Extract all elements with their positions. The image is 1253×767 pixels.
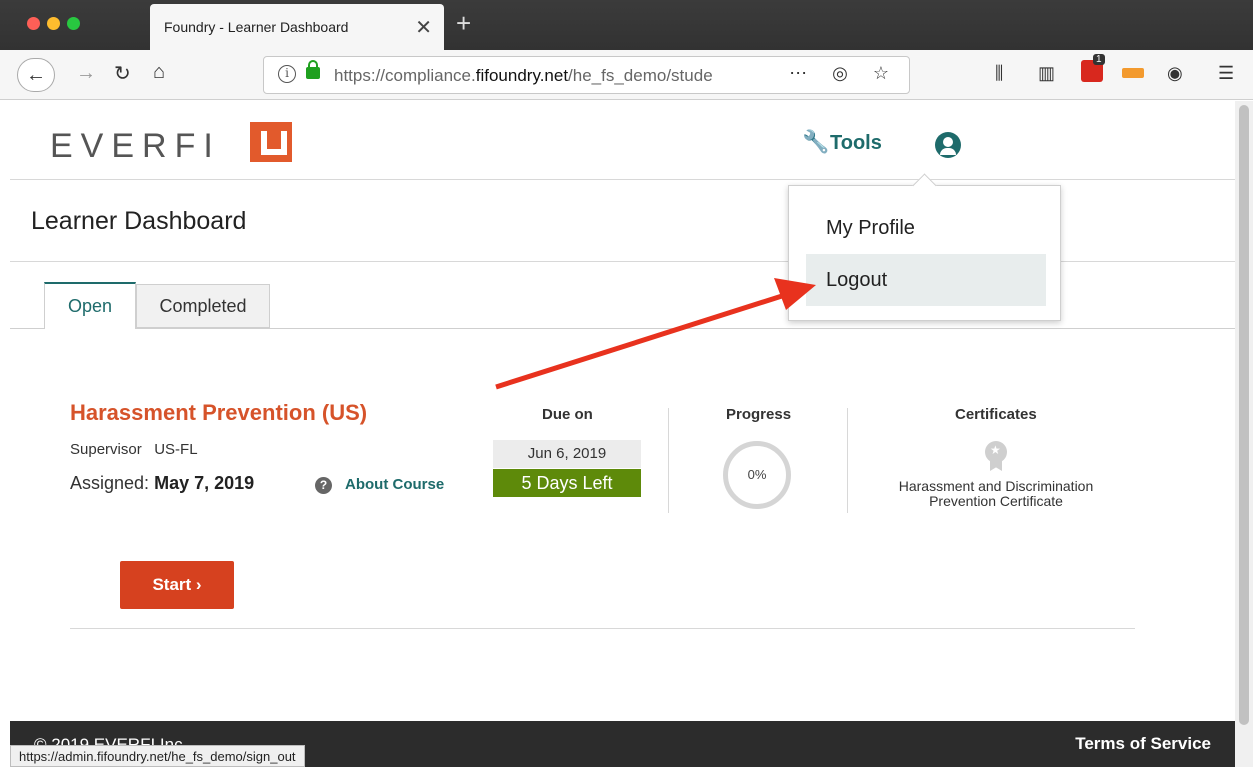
tabs-divider: [10, 328, 1235, 329]
assigned-info: Assigned: May 7, 2019: [70, 473, 254, 494]
progress-ring: 0%: [723, 441, 791, 509]
close-window-button[interactable]: [27, 17, 40, 30]
course-divider: [70, 628, 1135, 629]
tools-menu[interactable]: 🔧Tools: [802, 129, 882, 155]
library-icon[interactable]: ⫼: [995, 63, 1003, 84]
browser-tab-bar: Foundry - Learner Dashboard ✕ +: [0, 0, 1253, 50]
url-bar[interactable]: i https://compliance.fifoundry.net/he_fs…: [263, 56, 910, 94]
home-icon[interactable]: ⌂: [153, 61, 165, 84]
tab-title: Foundry - Learner Dashboard: [164, 19, 349, 35]
forward-button[interactable]: →: [76, 62, 96, 85]
new-tab-button[interactable]: +: [456, 8, 471, 39]
course-title[interactable]: Harassment Prevention (US): [70, 400, 367, 426]
info-icon[interactable]: i: [278, 65, 296, 83]
tools-label: Tools: [830, 132, 882, 154]
tab-completed[interactable]: Completed: [136, 284, 270, 328]
help-icon[interactable]: ?: [315, 477, 332, 494]
tab-close-icon[interactable]: ✕: [415, 15, 432, 40]
scrollbar-thumb[interactable]: [1239, 105, 1249, 725]
certificates-header: Certificates: [955, 406, 1037, 423]
terms-of-service-link[interactable]: Terms of Service: [1075, 734, 1211, 754]
status-bar-url: https://admin.fifoundry.net/he_fs_demo/s…: [10, 745, 305, 767]
account-dropdown: My Profile Logout: [788, 185, 1061, 321]
column-divider: [847, 408, 848, 513]
lock-icon: [306, 60, 320, 79]
my-profile-menu-item[interactable]: My Profile: [806, 202, 1046, 254]
assigned-label: Assigned:: [70, 473, 150, 493]
assigned-date: May 7, 2019: [154, 473, 255, 493]
page-title: Learner Dashboard: [31, 207, 247, 235]
wrench-icon: 🔧: [802, 129, 830, 154]
course-region: US-FL: [154, 441, 198, 458]
progress-header: Progress: [726, 406, 792, 423]
about-course-link[interactable]: About Course: [345, 476, 444, 493]
due-date: Jun 6, 2019: [493, 440, 641, 468]
sidebar-icon[interactable]: ▥: [1038, 63, 1055, 84]
extension-badge: 1: [1093, 54, 1105, 65]
browser-tab[interactable]: Foundry - Learner Dashboard ✕: [150, 4, 444, 50]
account-extension-icon[interactable]: ◉: [1167, 63, 1183, 84]
course-meta: Supervisor US-FL: [70, 441, 198, 458]
course-role: Supervisor: [70, 441, 142, 458]
start-button[interactable]: Start ›: [120, 561, 234, 609]
logout-menu-item[interactable]: Logout: [806, 254, 1046, 306]
certificate-name: Harassment and Discrimination Prevention…: [898, 478, 1094, 509]
saml-extension-icon[interactable]: [1122, 68, 1144, 78]
user-account-icon[interactable]: [935, 132, 961, 158]
maximize-window-button[interactable]: [67, 17, 80, 30]
extension-icon[interactable]: 1: [1081, 54, 1105, 82]
days-left-badge: 5 Days Left: [493, 469, 641, 497]
browser-nav-bar: ← → ↻ ⌂ i https://compliance.fifoundry.n…: [0, 50, 1253, 100]
header-divider: [10, 179, 1235, 180]
everfi-logo[interactable]: EVERFI: [50, 127, 221, 166]
due-header: Due on: [542, 406, 593, 423]
certificate-ribbon-icon: [990, 459, 1002, 471]
menu-icon[interactable]: ☰: [1218, 63, 1234, 84]
back-button[interactable]: ←: [17, 58, 55, 92]
reload-icon[interactable]: ↻: [114, 61, 131, 86]
column-divider: [668, 408, 669, 513]
minimize-window-button[interactable]: [47, 17, 60, 30]
page-scrollbar[interactable]: [1235, 101, 1253, 767]
foundry-logo-icon[interactable]: [250, 122, 292, 162]
url-text[interactable]: https://compliance.fifoundry.net/he_fs_d…: [334, 66, 764, 86]
tab-open[interactable]: Open: [44, 282, 136, 329]
url-actions[interactable]: ⋯ ◎ ☆: [789, 63, 899, 84]
